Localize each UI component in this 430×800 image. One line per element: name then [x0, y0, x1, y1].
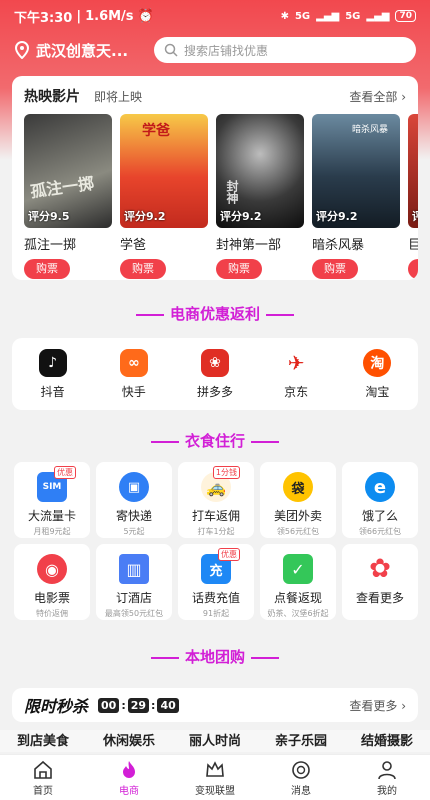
- flame-icon: [123, 760, 135, 778]
- promo-tag: 优惠: [54, 466, 76, 479]
- service-taxi[interactable]: 1分钱 🚕 打车返佣 打车1分起: [178, 462, 254, 538]
- service-express[interactable]: ▣ 寄快递 5元起: [96, 462, 172, 538]
- eleme-icon: e: [365, 472, 395, 502]
- signal-icon-2: ▂▄▆: [366, 10, 390, 22]
- promo-tag: 优惠: [218, 548, 240, 561]
- ecom-item-kuaishou[interactable]: ∞ 快手: [104, 348, 164, 400]
- life-services-grid: 优惠 SIM 大流量卡 月租9元起 ▣ 寄快递 5元起 1分钱 🚕 打车返佣 打…: [14, 462, 418, 620]
- movie-list: 孤注一掷 评分9.5 孤注一掷 购票 学爸 评分9.2 学爸 购票 封神 评分9…: [24, 114, 418, 279]
- movies-view-all[interactable]: 查看全部 ›: [349, 88, 406, 105]
- service-order-food[interactable]: ✓ 点餐返现 奶茶、汉堡6折起: [260, 544, 336, 620]
- battery-icon: 70: [395, 10, 416, 22]
- ecom-item-pinduoduo[interactable]: ❀ 拼多多: [185, 348, 245, 400]
- category-tab[interactable]: 休闲娱乐: [103, 730, 155, 752]
- tab-messages[interactable]: 消息: [258, 755, 344, 800]
- network-5g-2: 5G: [345, 10, 361, 22]
- film-reel-icon: ◉: [37, 554, 67, 584]
- ecom-item-douyin[interactable]: ♪ 抖音: [23, 348, 83, 400]
- movie-name: 封神第一部: [216, 238, 282, 253]
- section-title-life: 衣食住行: [0, 430, 430, 451]
- local-category-tabs: 到店美食 休闲娱乐 丽人时尚 亲子乐园 结婚摄影: [0, 730, 430, 752]
- pinduoduo-icon: ❀: [200, 348, 229, 377]
- ecommerce-section: ♪ 抖音 ∞ 快手 ❀ 拼多多 ✈ 京东 淘 淘宝: [12, 338, 418, 410]
- tab-profile[interactable]: 我的: [344, 755, 430, 800]
- ecom-item-jingdong[interactable]: ✈ 京东: [266, 348, 326, 400]
- status-speed: 1.6M/s: [85, 8, 134, 24]
- taobao-icon: 淘: [363, 348, 392, 377]
- movie-poster[interactable]: 孤注一掷 评分9.5: [24, 114, 112, 228]
- movie-poster[interactable]: 评: [408, 114, 418, 228]
- buy-ticket-button[interactable]: 购票: [216, 259, 262, 279]
- calendar-check-icon: ✓: [283, 554, 313, 584]
- movie-poster[interactable]: 暗杀风暴 评分9.2: [312, 114, 400, 228]
- buy-ticket-button[interactable]: 购票: [24, 259, 70, 279]
- service-hotel[interactable]: ▥ 订酒店 最高领50元红包: [96, 544, 172, 620]
- movie-card[interactable]: 封神 评分9.2 封神第一部 购票: [216, 114, 304, 279]
- category-tab[interactable]: 丽人时尚: [189, 730, 241, 752]
- location-text: 武汉创意天...: [36, 41, 129, 60]
- location-selector[interactable]: 武汉创意天...: [14, 40, 144, 61]
- flash-sale-more[interactable]: 查看更多 ›: [349, 697, 406, 714]
- jingdong-icon: ✈: [282, 348, 311, 377]
- status-time: 下午3:30: [14, 10, 73, 26]
- service-meituan[interactable]: 袋 美团外卖 领56元红包: [260, 462, 336, 538]
- flash-sale-title: 限时秒杀: [24, 697, 89, 716]
- ecom-item-taobao[interactable]: 淘 淘宝: [347, 348, 407, 400]
- status-bar: 下午3:30 | 1.6M/s ⏰ ✱ 5G ▂▄▆ 5G ▂▄▆ 70: [0, 0, 430, 32]
- service-movie-ticket[interactable]: ◉ 电影票 特价返佣: [14, 544, 90, 620]
- category-tab[interactable]: 结婚摄影: [361, 730, 413, 752]
- meituan-icon: 袋: [283, 472, 313, 502]
- category-tab[interactable]: 到店美食: [17, 730, 69, 752]
- promo-tag: 1分钱: [212, 466, 240, 479]
- movie-card[interactable]: 暗杀风暴 评分9.2 暗杀风暴 购票: [312, 114, 400, 279]
- movie-card[interactable]: 孤注一掷 评分9.5 孤注一掷 购票: [24, 114, 112, 279]
- section-title-ecommerce: 电商优惠返利: [0, 303, 430, 324]
- flash-sale-bar: 限时秒杀 00: 29: 40 查看更多 ›: [12, 688, 418, 722]
- tab-affiliate[interactable]: 变现联盟: [172, 755, 258, 800]
- signal-icon: ▂▄▆: [316, 10, 340, 22]
- movies-title-now-showing[interactable]: 热映影片: [24, 86, 80, 106]
- search-placeholder: 搜索店铺找优惠: [184, 43, 269, 58]
- hotel-icon: ▥: [119, 554, 149, 584]
- kuaishou-icon: ∞: [119, 348, 148, 377]
- service-view-more[interactable]: ✿ 查看更多: [342, 544, 418, 620]
- tab-home[interactable]: 首页: [0, 755, 86, 800]
- top-header: 武汉创意天... 搜索店铺找优惠: [0, 32, 430, 68]
- buy-ticket-button[interactable]: 购票: [312, 259, 358, 279]
- service-recharge[interactable]: 优惠 充 话费充值 91折起: [178, 544, 254, 620]
- movie-name: 孤注一掷: [24, 238, 77, 253]
- alarm-icon: ⏰: [137, 8, 154, 24]
- bottom-tab-bar: 首页 电商 变现联盟 消息 我的: [0, 754, 430, 800]
- movie-name: 巨: [408, 238, 418, 253]
- crown-icon: [206, 760, 224, 777]
- category-tab[interactable]: 亲子乐园: [275, 730, 327, 752]
- clover-icon: ✿: [365, 554, 395, 584]
- movie-name: 暗杀风暴: [312, 238, 365, 253]
- buy-ticket-button[interactable]: 购票: [120, 259, 166, 279]
- buy-ticket-button[interactable]: 购: [408, 259, 418, 279]
- network-5g-1: 5G: [294, 10, 311, 22]
- home-icon: [34, 760, 52, 779]
- countdown-timer: 00: 29: 40: [98, 697, 179, 713]
- search-input[interactable]: 搜索店铺找优惠: [154, 37, 416, 63]
- user-icon: [378, 760, 396, 779]
- package-icon: ▣: [119, 472, 149, 502]
- section-title-local: 本地团购: [0, 646, 430, 667]
- movies-tab-upcoming[interactable]: 即将上映: [94, 88, 142, 105]
- movie-name: 学爸: [120, 238, 147, 253]
- douyin-icon: ♪: [38, 348, 67, 377]
- tab-ecommerce[interactable]: 电商: [86, 755, 172, 800]
- movie-poster[interactable]: 学爸 评分9.2: [120, 114, 208, 228]
- movie-card[interactable]: 学爸 评分9.2 学爸 购票: [120, 114, 208, 279]
- location-pin-icon: [14, 41, 30, 59]
- movies-section: 热映影片 即将上映 查看全部 › 孤注一掷 评分9.5 孤注一掷 购票 学爸 评…: [12, 76, 418, 280]
- message-icon: [292, 760, 310, 779]
- movie-poster[interactable]: 封神 评分9.2: [216, 114, 304, 228]
- search-icon: [164, 43, 178, 57]
- service-eleme[interactable]: e 饿了么 领66元红包: [342, 462, 418, 538]
- movie-card[interactable]: 评 巨 购: [408, 114, 418, 279]
- service-data-card[interactable]: 优惠 SIM 大流量卡 月租9元起: [14, 462, 90, 538]
- bluetooth-icon: ✱: [280, 10, 289, 22]
